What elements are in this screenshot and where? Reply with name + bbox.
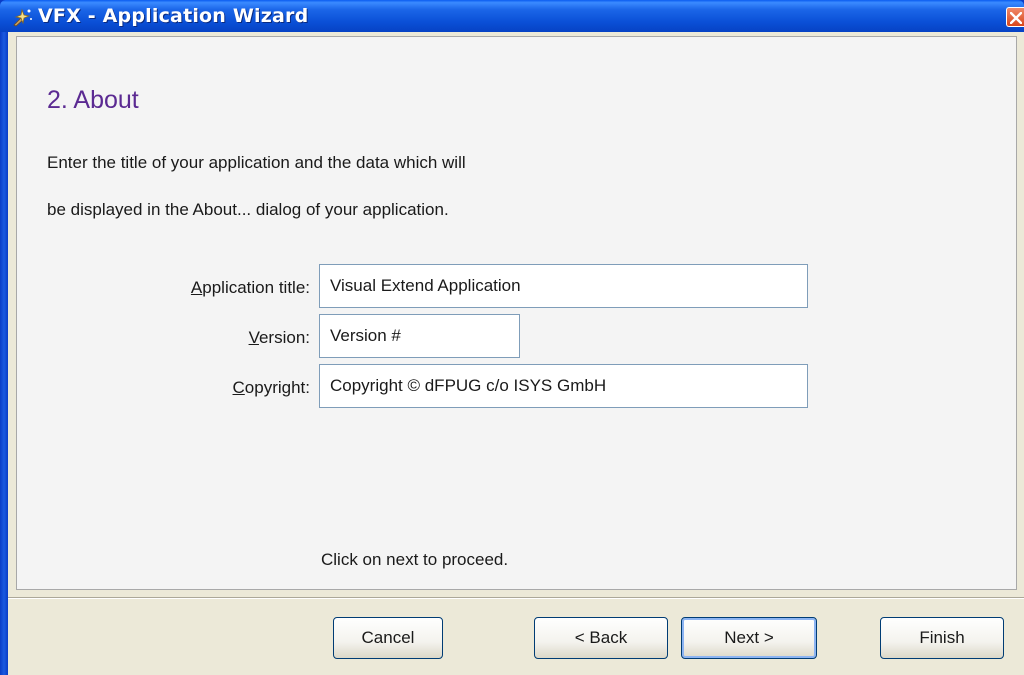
next-button-label: Next > — [724, 628, 774, 647]
finish-button[interactable]: Finish — [880, 617, 1004, 659]
back-button-label: < Back — [574, 628, 628, 647]
app-title-label: Application title: — [130, 278, 310, 298]
app-title-label-mnemonic: A — [190, 278, 203, 297]
copyright-label: Copyright: — [130, 378, 310, 398]
close-icon — [1010, 12, 1022, 24]
version-label-mnemonic: V — [248, 328, 259, 347]
wizard-app-icon — [12, 7, 34, 27]
cancel-button-label: Cancel — [361, 628, 415, 647]
finish-button-label: Finish — [919, 628, 965, 647]
copyright-label-mnemonic: C — [232, 378, 245, 397]
page-title: 2. About — [47, 86, 139, 114]
version-label: Version: — [130, 328, 310, 348]
app-title-label-rest: pplication title: — [202, 278, 310, 297]
title-bar[interactable]: VFX - Application Wizard — [0, 0, 1024, 32]
description-line-1: Enter the title of your application and … — [47, 153, 466, 172]
window-title: VFX - Application Wizard — [38, 5, 309, 27]
wizard-window: VFX - Application Wizard 2. About Enter … — [0, 0, 1024, 675]
back-button[interactable]: < Back — [534, 617, 668, 659]
copyright-label-rest: opyright: — [244, 378, 310, 397]
button-separator — [8, 597, 1024, 599]
close-button[interactable] — [1006, 7, 1024, 27]
cancel-button[interactable]: Cancel — [333, 617, 443, 659]
description-line-2: be displayed in the About... dialog of y… — [47, 200, 449, 219]
wizard-content-panel — [16, 36, 1017, 590]
app-title-input[interactable] — [319, 264, 808, 308]
version-label-rest: ersion: — [258, 328, 310, 347]
next-button[interactable]: Next > — [681, 617, 817, 659]
proceed-hint: Click on next to proceed. — [321, 550, 509, 569]
copyright-input[interactable] — [319, 364, 808, 408]
version-input[interactable] — [319, 314, 520, 358]
window-border — [0, 32, 8, 675]
